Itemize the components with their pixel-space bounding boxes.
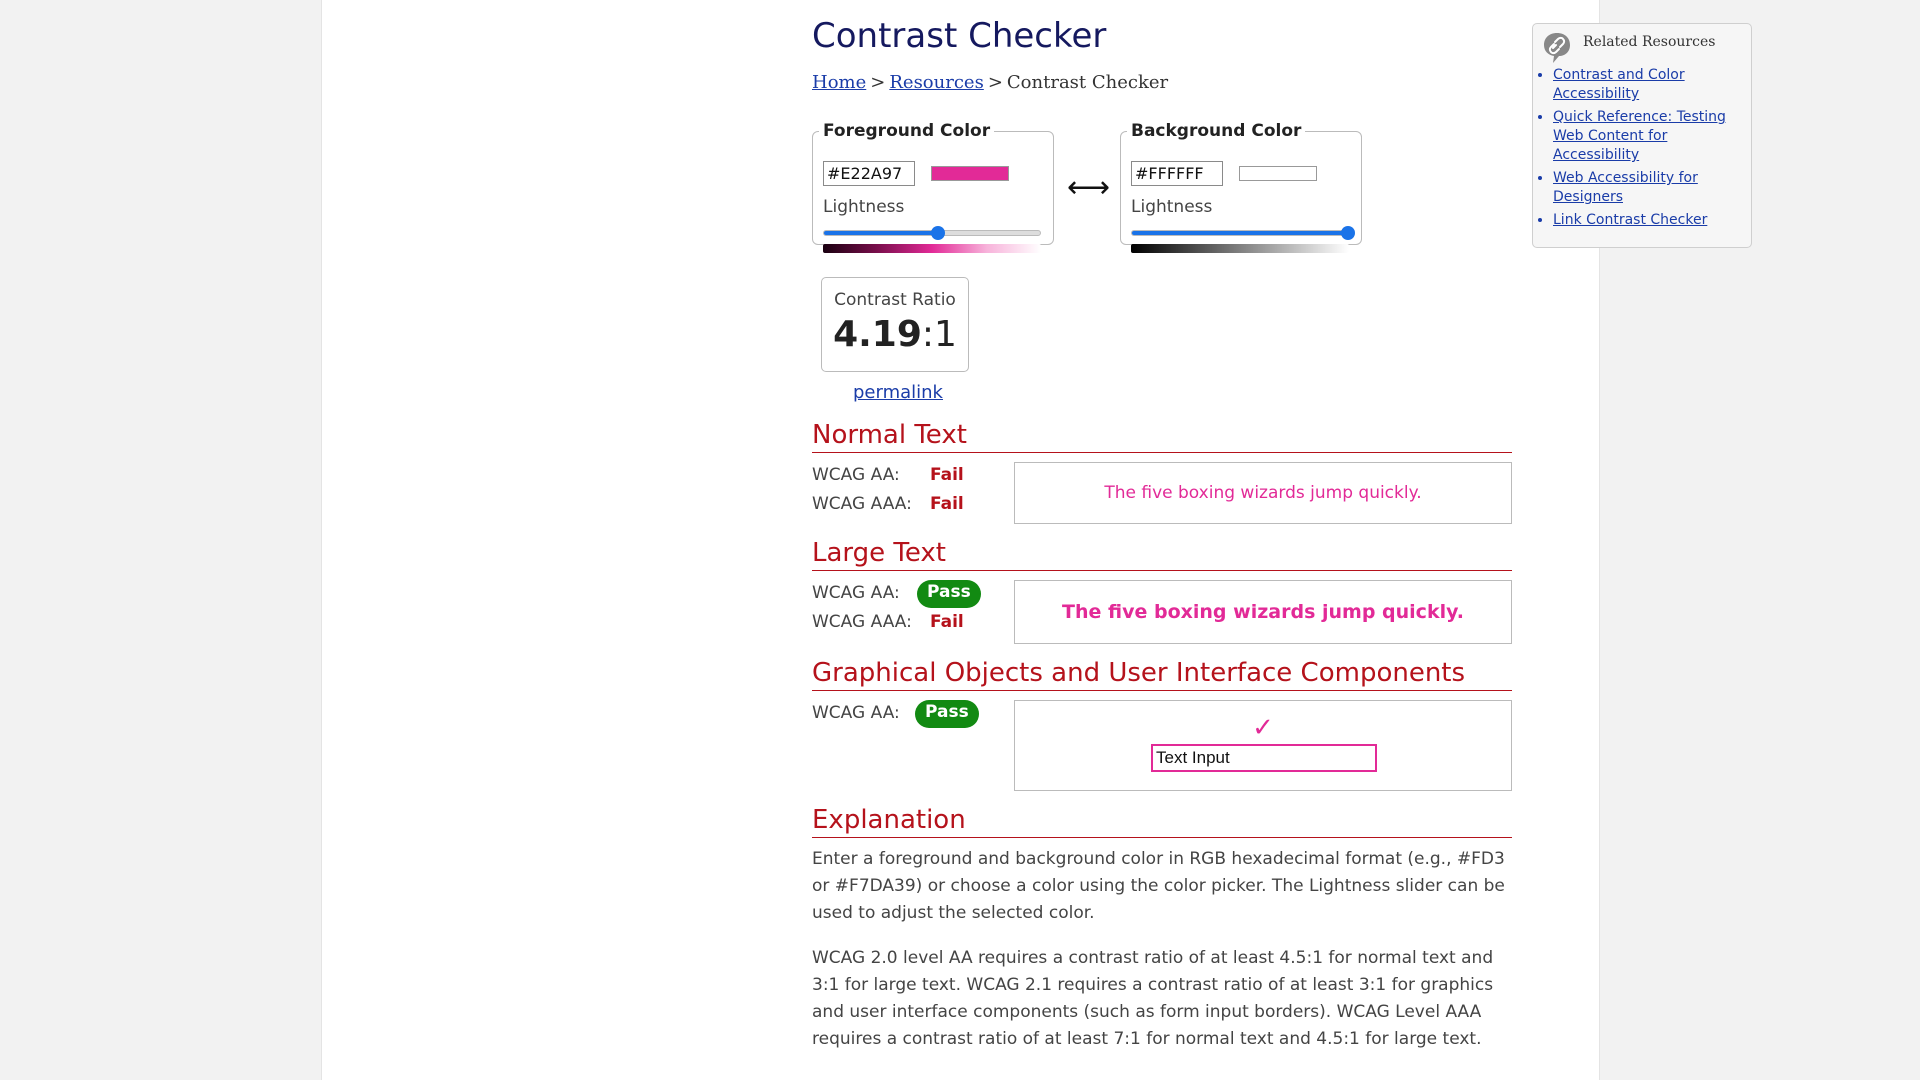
explanation-paragraph-1: Enter a foreground and background color … [812,849,1505,923]
graphical-objects-heading: Graphical Objects and User Interface Com… [812,658,1512,691]
related-link-link-contrast[interactable]: Link Contrast Checker [1553,212,1707,228]
normal-aa-result-badge: Fail [930,465,964,485]
permalink-link[interactable]: permalink [853,382,943,403]
slider-fill [824,231,939,235]
large-aa-label: WCAG AA: [812,583,900,603]
normal-text-sample: The five boxing wizards jump quickly. [1014,462,1512,524]
foreground-lightness-gradient [823,244,1041,253]
contrast-ratio-suffix: :1 [921,314,957,355]
foreground-lightness-slider[interactable] [823,226,1041,240]
breadcrumb-resources-link[interactable]: Resources [889,72,983,93]
graphical-sample-box: ✓ [1014,700,1512,791]
contrast-ratio-label: Contrast Ratio [834,290,956,310]
related-link-contrast-color[interactable]: Contrast and Color Accessibility [1553,67,1685,102]
breadcrumb-separator: > [987,72,1003,93]
breadcrumb: Home > Resources > Contrast Checker [812,72,1168,93]
large-text-heading: Large Text [812,538,1512,571]
background-color-group: Background Color Lightness [1120,121,1362,253]
large-aaa-result-badge: Fail [930,612,964,632]
background-hex-input[interactable] [1131,161,1223,186]
sample-text-input[interactable] [1151,744,1377,772]
page-title: Contrast Checker [812,16,1107,56]
large-aa-result-badge: Pass [917,580,981,608]
slider-fill [1132,231,1348,235]
explanation-heading: Explanation [812,805,1512,838]
breadcrumb-current: Contrast Checker [1006,72,1169,93]
related-links-list: Contrast and Color Accessibility Quick R… [1533,66,1738,234]
list-item: Web Accessibility for Designers [1553,169,1738,207]
background-lightness-label: Lightness [1131,197,1213,217]
related-link-designers[interactable]: Web Accessibility for Designers [1553,170,1698,205]
background-lightness-slider[interactable] [1131,226,1355,240]
background-lightness-gradient [1131,244,1349,253]
normal-aaa-result-badge: Fail [930,494,964,514]
related-resources-panel: Related Resources Contrast and Color Acc… [1532,23,1752,248]
list-item: Contrast and Color Accessibility [1553,66,1738,104]
background-legend: Background Color [1131,121,1302,141]
normal-text-heading: Normal Text [812,420,1512,453]
foreground-color-picker[interactable] [931,166,1009,181]
swap-colors-arrow-icon[interactable]: ⟷ [1067,170,1110,205]
contrast-ratio-number: 4.19 [833,314,922,355]
breadcrumb-home-link[interactable]: Home [812,72,866,93]
foreground-color-group: Foreground Color Lightness [812,121,1054,253]
link-bubble-icon [1544,33,1570,63]
foreground-legend: Foreground Color [823,121,991,141]
contrast-ratio-value: 4.19:1 [822,314,968,355]
page-container: Contrast Checker Home > Resources > Contrast… [321,0,1752,1080]
contrast-ratio-box: Contrast Ratio 4.19:1 [821,277,969,372]
list-item: Quick Reference: Testing Web Content for… [1553,108,1738,165]
related-resources-title: Related Resources [1583,34,1716,50]
breadcrumb-separator: > [870,72,886,93]
graphical-aa-label: WCAG AA: [812,703,900,723]
normal-aa-label: WCAG AA: [812,465,900,485]
large-aaa-label: WCAG AAA: [812,612,912,632]
list-item: Link Contrast Checker [1553,211,1738,230]
graphical-aa-result-badge: Pass [915,700,979,728]
background-color-picker[interactable] [1239,166,1317,181]
slider-thumb[interactable] [931,226,946,240]
explanation-paragraph-2: WCAG 2.0 level AA requires a contrast ra… [812,948,1494,1049]
checkmark-icon: ✓ [1252,713,1274,743]
normal-aaa-label: WCAG AAA: [812,494,912,514]
related-link-quick-reference[interactable]: Quick Reference: Testing Web Content for… [1553,109,1726,163]
foreground-hex-input[interactable] [823,161,915,186]
slider-thumb[interactable] [1341,226,1355,240]
foreground-lightness-label: Lightness [823,197,905,217]
large-text-sample: The five boxing wizards jump quickly. [1014,580,1512,644]
